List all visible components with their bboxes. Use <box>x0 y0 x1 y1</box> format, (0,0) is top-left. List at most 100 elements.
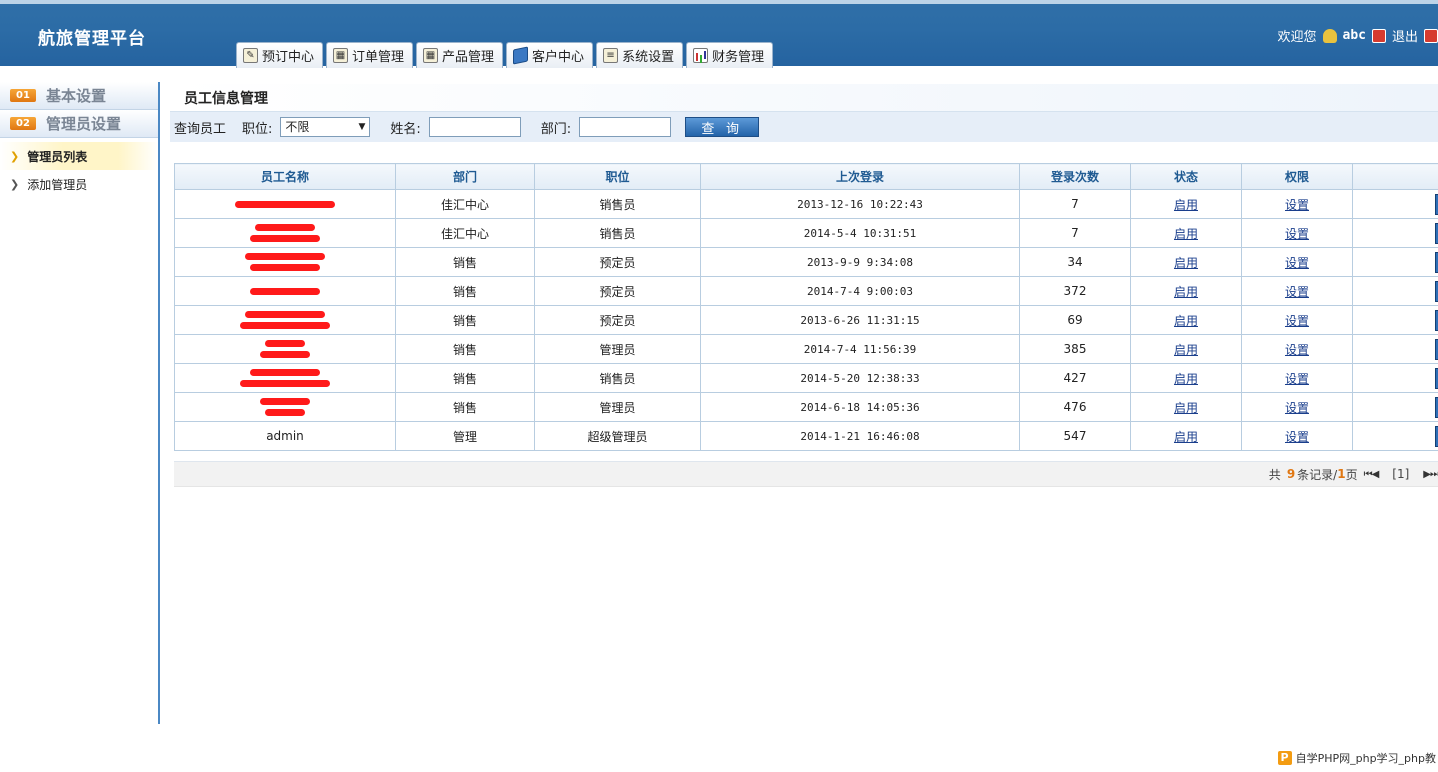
position-select[interactable]: 不限 <box>280 117 371 137</box>
permission-link[interactable]: 设置 <box>1285 285 1309 299</box>
nav-tab-5[interactable]: 财务管理 <box>686 42 774 68</box>
redaction-mark <box>265 409 305 416</box>
sidebar-section-basic[interactable]: 01 基本设置 <box>0 82 158 110</box>
permission-link[interactable]: 设置 <box>1285 256 1309 270</box>
permission-link[interactable]: 设置 <box>1285 343 1309 357</box>
permission-link[interactable]: 设置 <box>1285 198 1309 212</box>
cell-dept: 销售 <box>395 392 535 422</box>
pager-suffix: 页 <box>1345 467 1358 482</box>
cell-position: 管理员 <box>534 392 701 422</box>
redaction-mark <box>250 235 320 242</box>
calendar-icon: ▦ <box>423 48 439 63</box>
watermark-text: 自学PHP网_php学习_php教 <box>1295 752 1436 765</box>
permission-link[interactable]: 设置 <box>1285 227 1309 241</box>
nav-tab-label: 财务管理 <box>712 50 765 65</box>
nav-tab-4[interactable]: ≡ 系统设置 <box>596 42 684 68</box>
pager-pages: 1 <box>1337 467 1346 481</box>
cell-position: 超级管理员 <box>534 421 701 451</box>
permission-link[interactable]: 设置 <box>1285 314 1309 328</box>
cell-action: 修改 <box>1352 334 1438 364</box>
page-title: 员工信息管理 <box>170 84 1438 112</box>
cell-dept: 销售 <box>395 363 535 393</box>
permission-link[interactable]: 设置 <box>1285 430 1309 444</box>
power-icon[interactable] <box>1424 28 1438 43</box>
app-title: 航旅管理平台 <box>38 29 146 49</box>
dept-input[interactable] <box>579 117 672 137</box>
search-button[interactable]: 查 询 <box>685 117 760 137</box>
main-content: 员工信息管理 查询员工 职位: 不限 姓名: 部门: 查 询 员工名称部门职位上… <box>170 84 1438 487</box>
cell-action: 修改 <box>1352 421 1438 451</box>
pager-prefix: 共 <box>1268 467 1281 482</box>
site-logo-icon: P <box>1277 751 1292 765</box>
redaction-mark <box>240 380 330 387</box>
status-link[interactable]: 启用 <box>1174 227 1198 241</box>
sidebar-item-admin-list[interactable]: ❯ 管理员列表 <box>0 142 158 170</box>
nav-tab-label: 客户中心 <box>532 50 585 65</box>
cell-dept: 销售 <box>395 334 535 364</box>
calendar-icon: ▦ <box>333 48 349 63</box>
cell-dept: 佳汇中心 <box>395 189 535 219</box>
cell-login-count: 34 <box>1019 247 1131 277</box>
cell-last-login: 2014-1-21 16:46:08 <box>700 421 1020 451</box>
logout-link[interactable]: 退出 <box>1392 26 1418 45</box>
status-link[interactable]: 启用 <box>1174 401 1198 415</box>
redaction-mark <box>260 351 310 358</box>
permission-link[interactable]: 设置 <box>1285 372 1309 386</box>
main-nav: ✎ 预订中心 ▦ 订单管理 ▦ 产品管理 客户中心 ≡ 系统设置 财务管理 <box>236 42 774 68</box>
status-link[interactable]: 启用 <box>1174 372 1198 386</box>
chevron-right-icon: ❯ <box>10 149 20 163</box>
cell-last-login: 2014-7-4 11:56:39 <box>700 334 1020 364</box>
nav-tab-3[interactable]: 客户中心 <box>506 42 594 68</box>
search-bar: 查询员工 职位: 不限 姓名: 部门: 查 询 <box>170 112 1438 142</box>
redaction-mark <box>255 224 315 231</box>
pager-total: 9 <box>1286 467 1296 481</box>
cell-login-count: 7 <box>1019 189 1131 219</box>
nav-tab-label: 系统设置 <box>622 50 675 65</box>
table-row: 销售预定员2013-6-26 11:31:1569 启用 设置 修改 <box>174 305 1438 335</box>
next-last-page-icon[interactable]: ▶⏭ <box>1423 469 1438 480</box>
permission-link[interactable]: 设置 <box>1285 401 1309 415</box>
cell-login-count: 427 <box>1019 363 1131 393</box>
redaction-mark <box>245 253 325 260</box>
status-link[interactable]: 启用 <box>1174 256 1198 270</box>
cell-name <box>174 305 396 335</box>
column-header: 上次登录 <box>700 163 1020 190</box>
nav-tab-label: 订单管理 <box>352 50 405 65</box>
sidebar-section-admin[interactable]: 02 管理员设置 <box>0 110 158 138</box>
cell-position: 预定员 <box>534 305 701 335</box>
table-row: 销售预定员2013-9-9 9:34:0834 启用 设置 修改 <box>174 247 1438 277</box>
pager-mid: 条记录/ <box>1297 467 1338 482</box>
status-link[interactable]: 启用 <box>1174 343 1198 357</box>
pager-current[interactable]: [1] <box>1392 467 1409 481</box>
section-number-badge: 01 <box>10 89 36 102</box>
sidebar-item-add-admin[interactable]: ❯ 添加管理员 <box>0 170 158 198</box>
nav-tab-0[interactable]: ✎ 预订中心 <box>236 42 324 68</box>
sidebar-item-label: 管理员列表 <box>27 149 88 164</box>
cell-last-login: 2013-6-26 11:31:15 <box>700 305 1020 335</box>
dept-label: 部门: <box>540 121 572 137</box>
position-label: 职位: <box>242 121 273 137</box>
watermark: P 自学PHP网_php学习_php教 <box>1275 748 1438 768</box>
cell-permission: 设置 <box>1241 334 1353 364</box>
cell-last-login: 2014-6-18 14:05:36 <box>700 392 1020 422</box>
pagination: 共 9 条记录/ 1 页 ⏮◀ [1] ▶⏭ <box>174 461 1438 487</box>
column-header: 部门 <box>395 163 535 190</box>
column-header: 职位 <box>534 163 701 190</box>
cell-status: 启用 <box>1130 334 1242 364</box>
nav-tab-1[interactable]: ▦ 订单管理 <box>326 42 414 68</box>
status-link[interactable]: 启用 <box>1174 285 1198 299</box>
cell-status: 启用 <box>1130 218 1242 248</box>
cell-status: 启用 <box>1130 421 1242 451</box>
name-input[interactable] <box>428 117 521 137</box>
nav-tab-2[interactable]: ▦ 产品管理 <box>416 42 504 68</box>
name-label: 姓名: <box>390 121 421 137</box>
table-row: 销售销售员2014-5-20 12:38:33427 启用 设置 修改 <box>174 363 1438 393</box>
first-prev-page-icon[interactable]: ⏮◀ <box>1364 469 1380 480</box>
table-row: 销售预定员2014-7-4 9:00:03372 启用 设置 修改 <box>174 276 1438 306</box>
cell-last-login: 2013-9-9 9:34:08 <box>700 247 1020 277</box>
table-row: 销售管理员2014-7-4 11:56:39385 启用 设置 修改 <box>174 334 1438 364</box>
status-link[interactable]: 启用 <box>1174 430 1198 444</box>
logout-icon[interactable] <box>1371 28 1386 43</box>
status-link[interactable]: 启用 <box>1174 198 1198 212</box>
status-link[interactable]: 启用 <box>1174 314 1198 328</box>
